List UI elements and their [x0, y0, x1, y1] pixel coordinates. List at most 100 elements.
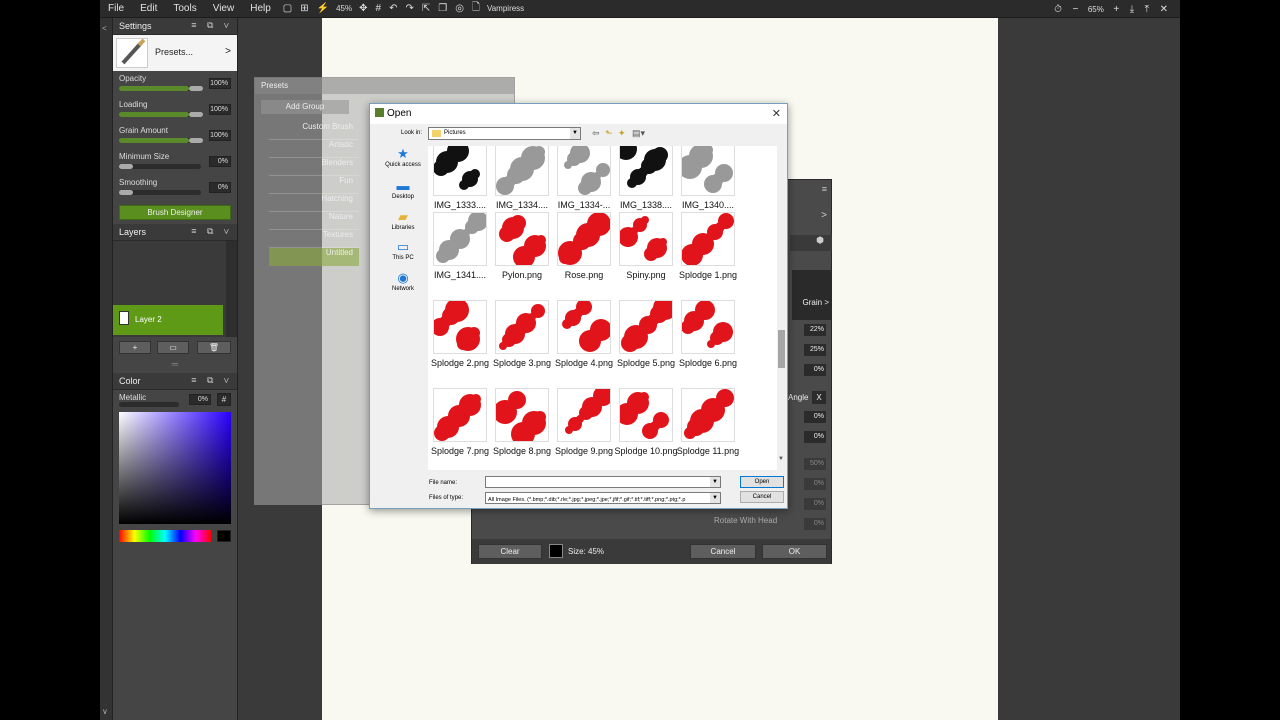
nav-quick-access[interactable]: ★ Quick access — [378, 146, 428, 168]
hex-button[interactable]: # — [217, 393, 231, 406]
file-type-select[interactable]: All Image Files. (*.bmp;*.dib;*.rle;*.jp… — [485, 492, 721, 504]
file-name[interactable]: IMG_1341.... — [428, 269, 495, 282]
menu-help[interactable]: Help — [242, 0, 279, 18]
undo-icon[interactable]: ↶ — [389, 3, 397, 14]
file-name[interactable]: Splodge 5.png — [611, 357, 681, 370]
ok-button[interactable]: OK — [762, 544, 827, 559]
bd-value[interactable]: 0% — [804, 411, 826, 423]
stencil-icon[interactable]: ⬢ — [790, 235, 832, 251]
file-thumbnail[interactable] — [681, 388, 735, 442]
preset-item[interactable]: Fun — [269, 176, 359, 194]
close-app-icon[interactable]: ✕ — [1160, 1, 1168, 19]
file-name-input[interactable]: ▼ — [485, 476, 721, 488]
file-name[interactable]: Splodge 7.png — [428, 445, 495, 458]
maximize-icon[interactable]: ⤒ — [1145, 1, 1149, 19]
file-name[interactable]: Rose.png — [549, 269, 619, 282]
nav-libraries[interactable]: ▰ Libraries — [378, 209, 428, 231]
look-in-dropdown[interactable]: Pictures ▼ — [428, 127, 581, 140]
file-name[interactable]: Splodge 4.png — [549, 357, 619, 370]
angle-reset-button[interactable]: X — [812, 391, 826, 404]
collapse-icon[interactable]: < — [102, 24, 107, 33]
file-thumbnail[interactable] — [616, 388, 673, 442]
menu-view[interactable]: View — [205, 0, 243, 18]
file-name[interactable]: Splodge 6.png — [673, 357, 743, 370]
menu-tools[interactable]: Tools — [165, 0, 204, 18]
redo-icon[interactable]: ↷ — [405, 3, 413, 14]
file-name[interactable]: IMG_1333.... — [428, 199, 495, 212]
opacity-slider[interactable] — [119, 86, 203, 91]
file-name[interactable]: IMG_1340.... — [673, 199, 743, 212]
grain-value[interactable]: 100% — [209, 130, 231, 141]
copy-icon[interactable]: ❐ — [438, 3, 447, 14]
file-name[interactable]: Pylon.png — [487, 269, 557, 282]
dropdown-arrow-icon[interactable]: ▼ — [570, 128, 580, 139]
folder-icon[interactable]: ▭ — [157, 341, 189, 354]
scroll-thumb[interactable] — [778, 330, 785, 368]
add-layer-button[interactable]: + — [119, 341, 151, 354]
file-thumbnail[interactable] — [557, 212, 611, 266]
file-thumbnail[interactable] — [433, 146, 487, 196]
color-menu-icon[interactable]: ≡ ⧉ ∨ — [191, 375, 233, 386]
open-button[interactable]: Open — [740, 476, 784, 488]
file-thumbnail[interactable] — [493, 388, 549, 446]
preset-item-selected[interactable]: Untitled — [269, 248, 359, 266]
file-name[interactable]: Splodge 10.png — [611, 445, 681, 458]
file-thumbnail[interactable] — [678, 146, 735, 196]
nav-this-pc[interactable]: ▭ This PC — [378, 239, 428, 261]
metallic-value[interactable]: 0% — [189, 394, 211, 405]
file-name[interactable]: Splodge 9.png — [549, 445, 619, 458]
preset-item[interactable]: Nature — [269, 212, 359, 230]
grid-icon[interactable]: ⊞ — [300, 3, 308, 14]
move-icon[interactable]: ✥ — [359, 3, 367, 14]
file-thumbnail[interactable] — [495, 300, 549, 354]
file-thumbnail[interactable] — [495, 212, 549, 268]
new-folder-icon[interactable]: ✦ — [618, 128, 626, 139]
file-thumbnail[interactable] — [681, 212, 735, 266]
nav-network[interactable]: ◉ Network — [378, 270, 428, 292]
grain-link[interactable]: Grain > — [803, 298, 829, 307]
square-tool-icon[interactable]: ▢ — [283, 3, 292, 14]
file-thumbnail[interactable] — [615, 146, 673, 196]
dialog-close-icon[interactable]: ✕ — [772, 107, 781, 120]
file-thumbnail[interactable] — [557, 386, 613, 442]
file-name[interactable]: IMG_1338.... — [611, 199, 681, 212]
bd-value[interactable]: 0% — [804, 498, 826, 510]
file-name-dropdown-icon[interactable]: ▼ — [710, 477, 720, 487]
preset-item[interactable]: Textures — [269, 230, 359, 248]
view-menu-icon[interactable]: ▤▾ — [632, 128, 645, 139]
color-picker-square[interactable] — [119, 412, 231, 524]
file-name[interactable]: Splodge 11.png — [673, 445, 743, 458]
metallic-slider[interactable] — [119, 402, 179, 407]
file-name[interactable]: Splodge 1.png — [673, 269, 743, 282]
presets-arrow-icon[interactable]: > — [225, 46, 231, 57]
file-name[interactable]: IMG_1334.... — [487, 199, 557, 212]
preset-item[interactable]: Hatching — [269, 194, 359, 212]
resize-handle[interactable]: ═ — [113, 359, 237, 373]
trash-icon[interactable]: 🗑 — [197, 341, 231, 354]
file-thumbnail[interactable] — [557, 299, 612, 354]
smoothing-slider[interactable] — [119, 190, 201, 195]
file-thumbnail[interactable] — [433, 211, 488, 266]
smoothing-value[interactable]: 0% — [209, 182, 231, 193]
hue-slider[interactable] — [119, 530, 211, 542]
file-thumbnail[interactable] — [619, 296, 677, 354]
bd-value[interactable]: 50% — [804, 458, 826, 470]
bd-value[interactable]: 0% — [804, 364, 826, 376]
scroll-down-arrow-icon[interactable]: ▼ — [778, 456, 784, 462]
bd-arrow-icon[interactable]: > — [821, 210, 827, 221]
file-type-dropdown-icon[interactable]: ▼ — [710, 493, 720, 503]
export-icon[interactable]: ⇱ — [422, 3, 430, 14]
layers-scrollbar[interactable] — [226, 241, 237, 337]
scroll-down-icon[interactable]: ∨ — [102, 707, 108, 716]
menu-file[interactable]: File — [100, 0, 132, 18]
clear-button[interactable]: Clear — [478, 544, 542, 559]
file-name[interactable]: Splodge 3.png — [487, 357, 557, 370]
file-thumbnail[interactable] — [495, 146, 549, 196]
panel-menu-icon[interactable]: ≡ ⧉ ∨ — [191, 20, 233, 31]
grain-slider[interactable] — [119, 138, 203, 143]
loading-value[interactable]: 100% — [209, 104, 231, 115]
minimize-icon[interactable]: ⤓ — [1130, 1, 1134, 19]
file-name[interactable]: Spiny.png — [611, 269, 681, 282]
bd-value[interactable]: 25% — [804, 344, 826, 356]
cancel-dialog-button[interactable]: Cancel — [740, 491, 784, 503]
